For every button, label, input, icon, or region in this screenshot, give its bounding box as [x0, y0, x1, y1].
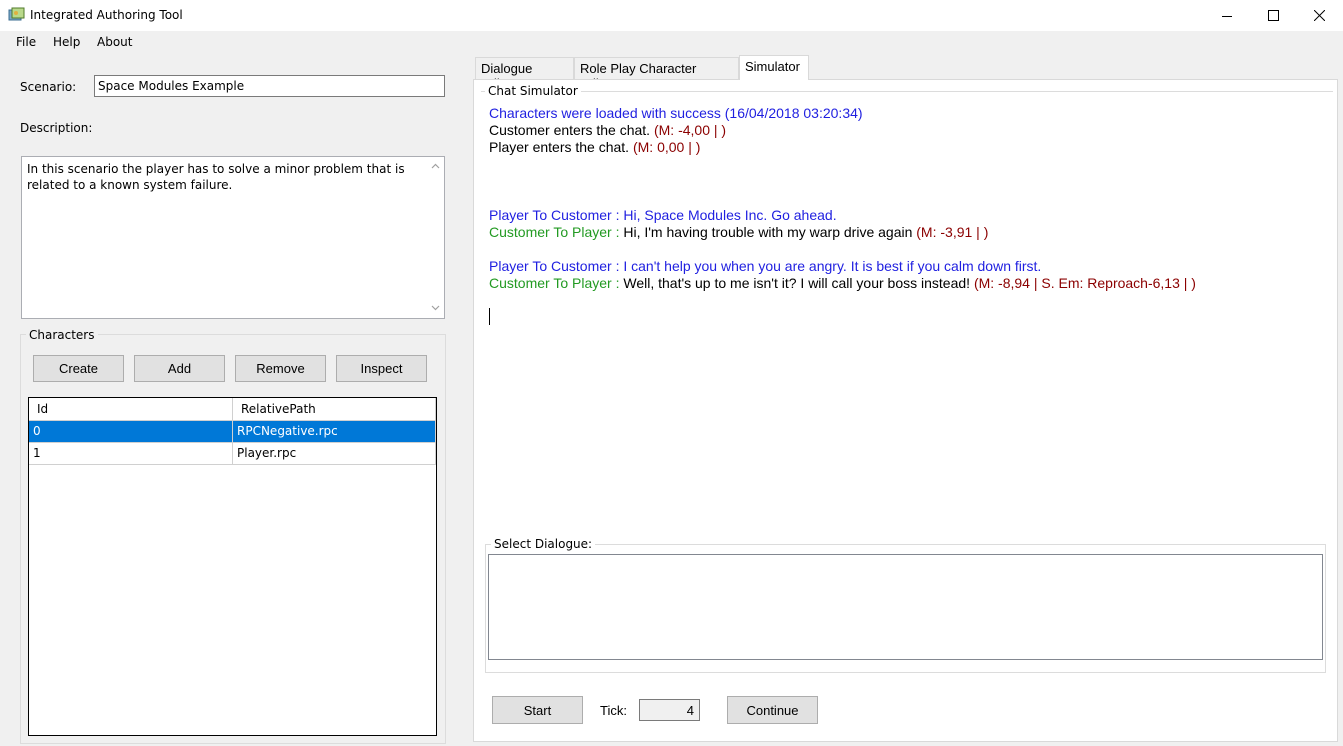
chat-text: Customer enters the chat.	[489, 122, 654, 138]
chat-line: Customer To Player : Hi, I'm having trou…	[489, 224, 988, 240]
start-button[interactable]: Start	[492, 696, 583, 724]
window-title: Integrated Authoring Tool	[30, 8, 183, 22]
minimize-icon[interactable]	[1204, 0, 1250, 31]
chat-status-text: Characters were loaded with success (16/…	[489, 105, 863, 121]
add-button[interactable]: Add	[134, 355, 225, 382]
chat-text: Hi, Space Modules Inc. Go ahead.	[623, 207, 837, 223]
table-row[interactable]: 1 Player.rpc	[29, 443, 436, 465]
menu-help[interactable]: Help	[53, 35, 80, 49]
chat-speaker: Player To Customer :	[489, 207, 624, 223]
inspect-button[interactable]: Inspect	[336, 355, 427, 382]
description-label: Description:	[20, 121, 93, 135]
row-id-cell[interactable]: 0	[29, 421, 233, 443]
chat-simulator-group	[481, 91, 1333, 539]
column-header-id[interactable]: Id	[29, 398, 233, 421]
row-id-cell[interactable]: 1	[29, 443, 233, 465]
chat-speaker: Player To Customer :	[489, 258, 624, 274]
tick-input[interactable]: 4	[639, 699, 700, 721]
select-dialogue-label: Select Dialogue:	[491, 537, 596, 551]
chat-mood: (M: -4,00 | )	[653, 122, 727, 138]
tab-role-play-character-editor[interactable]: Role Play Character Editor	[574, 57, 739, 91]
column-header-relativepath[interactable]: RelativePath	[233, 398, 436, 421]
chat-line: Customer enters the chat. (M: -4,00 | )	[489, 122, 726, 138]
tick-label: Tick:	[600, 703, 627, 718]
description-textarea[interactable]: In this scenario the player has to solve…	[21, 156, 445, 319]
row-path-cell[interactable]: Player.rpc	[233, 443, 436, 465]
characters-label: Characters	[26, 328, 98, 342]
row-path-cell[interactable]: RPCNegative.rpc	[233, 421, 436, 443]
chat-speaker: Customer To Player :	[489, 224, 624, 240]
chat-text: Hi, I'm having trouble with my warp driv…	[623, 224, 917, 240]
menu-about[interactable]: About	[97, 35, 132, 49]
chat-line: Customer To Player : Well, that's up to …	[489, 275, 1196, 291]
chat-text: I can't help you when you are angry. It …	[623, 258, 1042, 274]
scroll-up-icon[interactable]	[431, 163, 440, 169]
remove-button[interactable]: Remove	[235, 355, 326, 382]
tab-dialogue-editor[interactable]: Dialogue Editor	[475, 57, 574, 91]
text-caret	[489, 308, 490, 325]
close-icon[interactable]	[1296, 0, 1342, 31]
chat-line: Characters were loaded with success (16/…	[489, 105, 863, 121]
chat-text: Player enters the chat.	[489, 139, 633, 155]
chat-mood: (M: -8,94 | S. Em: Reproach-6,13 | )	[973, 275, 1196, 291]
maximize-icon[interactable]	[1250, 0, 1296, 31]
description-text: In this scenario the player has to solve…	[27, 162, 405, 192]
scenario-label: Scenario:	[20, 80, 77, 94]
select-dialogue-list[interactable]	[488, 554, 1323, 660]
chat-line: Player enters the chat. (M: 0,00 | )	[489, 139, 700, 155]
title-bar: Integrated Authoring Tool	[0, 0, 1343, 31]
tab-simulator[interactable]: Simulator	[739, 55, 809, 80]
scenario-input[interactable]: Space Modules Example	[94, 75, 445, 97]
chat-speaker: Customer To Player :	[489, 275, 624, 291]
app-icon	[8, 7, 25, 23]
continue-button[interactable]: Continue	[727, 696, 818, 724]
chat-mood: (M: 0,00 | )	[632, 139, 701, 155]
menu-file[interactable]: File	[16, 35, 36, 49]
description-scrollbar[interactable]	[427, 157, 444, 318]
chat-simulator-label: Chat Simulator	[485, 84, 581, 98]
chat-mood: (M: -3,91 | )	[916, 224, 989, 240]
chat-line: Player To Customer : Hi, Space Modules I…	[489, 207, 837, 223]
menu-bar: File Help About	[0, 31, 1343, 55]
characters-grid[interactable]: Id RelativePath 0 RPCNegative.rpc 1 Play…	[28, 397, 437, 736]
chat-text: Well, that's up to me isn't it? I will c…	[623, 275, 974, 291]
table-row[interactable]: 0 RPCNegative.rpc	[29, 421, 436, 443]
chat-line: Player To Customer : I can't help you wh…	[489, 258, 1041, 274]
scroll-down-icon[interactable]	[431, 305, 440, 311]
create-button[interactable]: Create	[33, 355, 124, 382]
